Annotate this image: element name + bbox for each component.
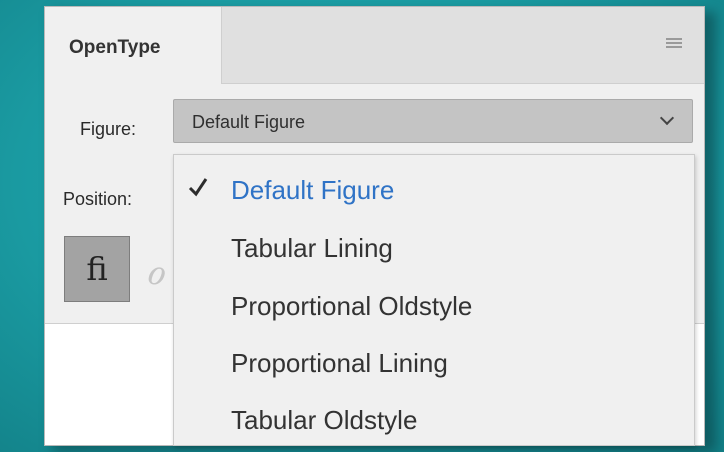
dropdown-item-label: Proportional Oldstyle [231,291,473,321]
figure-dropdown-list: Default Figure Tabular Lining Proportion… [173,154,695,446]
figure-label: Figure: [80,119,137,139]
dropdown-item-proportional-lining[interactable]: Proportional Lining [174,334,694,390]
dropdown-item-proportional-oldstyle[interactable]: Proportional Oldstyle [174,277,694,333]
tab-strip: OpenType [45,7,704,84]
position-label: Position: [63,189,133,209]
tab-label: OpenType [69,37,161,58]
dropdown-item-label: Proportional Lining [231,348,448,378]
chevron-down-icon [659,110,675,126]
swash-icon[interactable]: ℴ [145,245,164,294]
figure-select[interactable]: Default Figure [173,99,693,143]
dropdown-item-tabular-oldstyle[interactable]: Tabular Oldstyle [174,391,694,447]
check-icon [188,178,208,197]
dropdown-item-label: Default Figure [231,175,395,205]
tab-opentype[interactable]: OpenType [45,7,222,84]
dropdown-item-tabular-lining[interactable]: Tabular Lining [174,219,694,275]
figure-select-value: Default Figure [192,112,306,132]
opentype-panel: OpenType Figure: Default Figure Position… [44,6,705,446]
ligature-button[interactable]: ﬁ [64,236,130,302]
dropdown-item-label: Tabular Lining [231,233,393,263]
dropdown-item-default-figure[interactable]: Default Figure [174,161,694,217]
hamburger-menu-icon[interactable] [666,38,682,50]
dropdown-item-label: Tabular Oldstyle [231,405,418,435]
